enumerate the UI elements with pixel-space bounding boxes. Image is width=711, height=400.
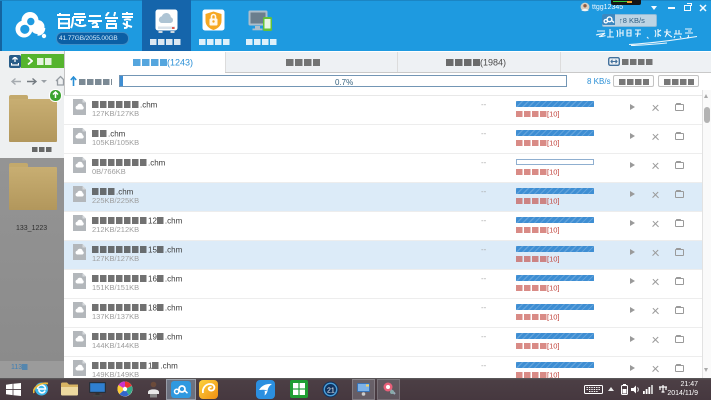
svg-text:21: 21 [327, 388, 335, 395]
